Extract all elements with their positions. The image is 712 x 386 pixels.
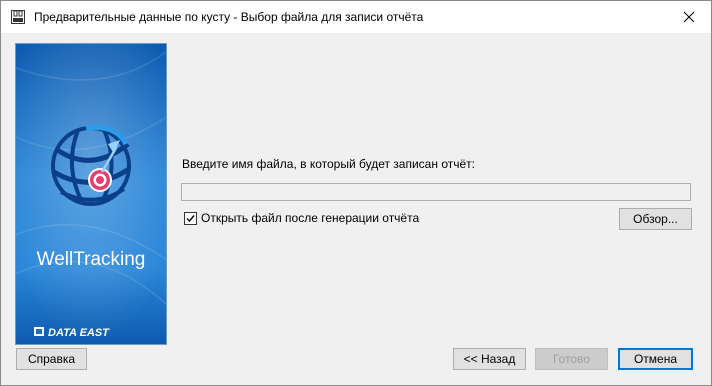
browse-button[interactable]: Обзор... — [619, 208, 692, 230]
title-bar[interactable]: Предварительные данные по кусту - Выбор … — [1, 1, 711, 33]
back-button[interactable]: << Назад — [453, 348, 526, 370]
close-icon — [683, 11, 695, 23]
dialog-window: Предварительные данные по кусту - Выбор … — [0, 0, 712, 386]
checkmark-icon — [186, 215, 195, 223]
open-after-label[interactable]: Открыть файл после генерации отчёта — [201, 211, 419, 225]
dialog-body: WellTracking DATA EAST Введите имя файла… — [1, 33, 711, 385]
brand-text: WellTracking — [37, 249, 146, 270]
cancel-button[interactable]: Отмена — [618, 348, 693, 370]
file-name-input[interactable] — [181, 183, 691, 201]
company-text: DATA EAST — [48, 327, 110, 339]
file-prompt-label: Введите имя файла, в который будет запис… — [182, 157, 475, 171]
open-after-checkbox[interactable] — [184, 212, 197, 225]
window-title: Предварительные данные по кусту - Выбор … — [34, 10, 424, 24]
app-window-icon — [11, 10, 25, 24]
welltracking-banner: WellTracking DATA EAST — [15, 43, 167, 345]
data-east-logo-icon — [34, 327, 44, 336]
help-button[interactable]: Справка — [16, 348, 87, 370]
close-button[interactable] — [667, 1, 711, 33]
finish-button[interactable]: Готово — [535, 348, 608, 370]
